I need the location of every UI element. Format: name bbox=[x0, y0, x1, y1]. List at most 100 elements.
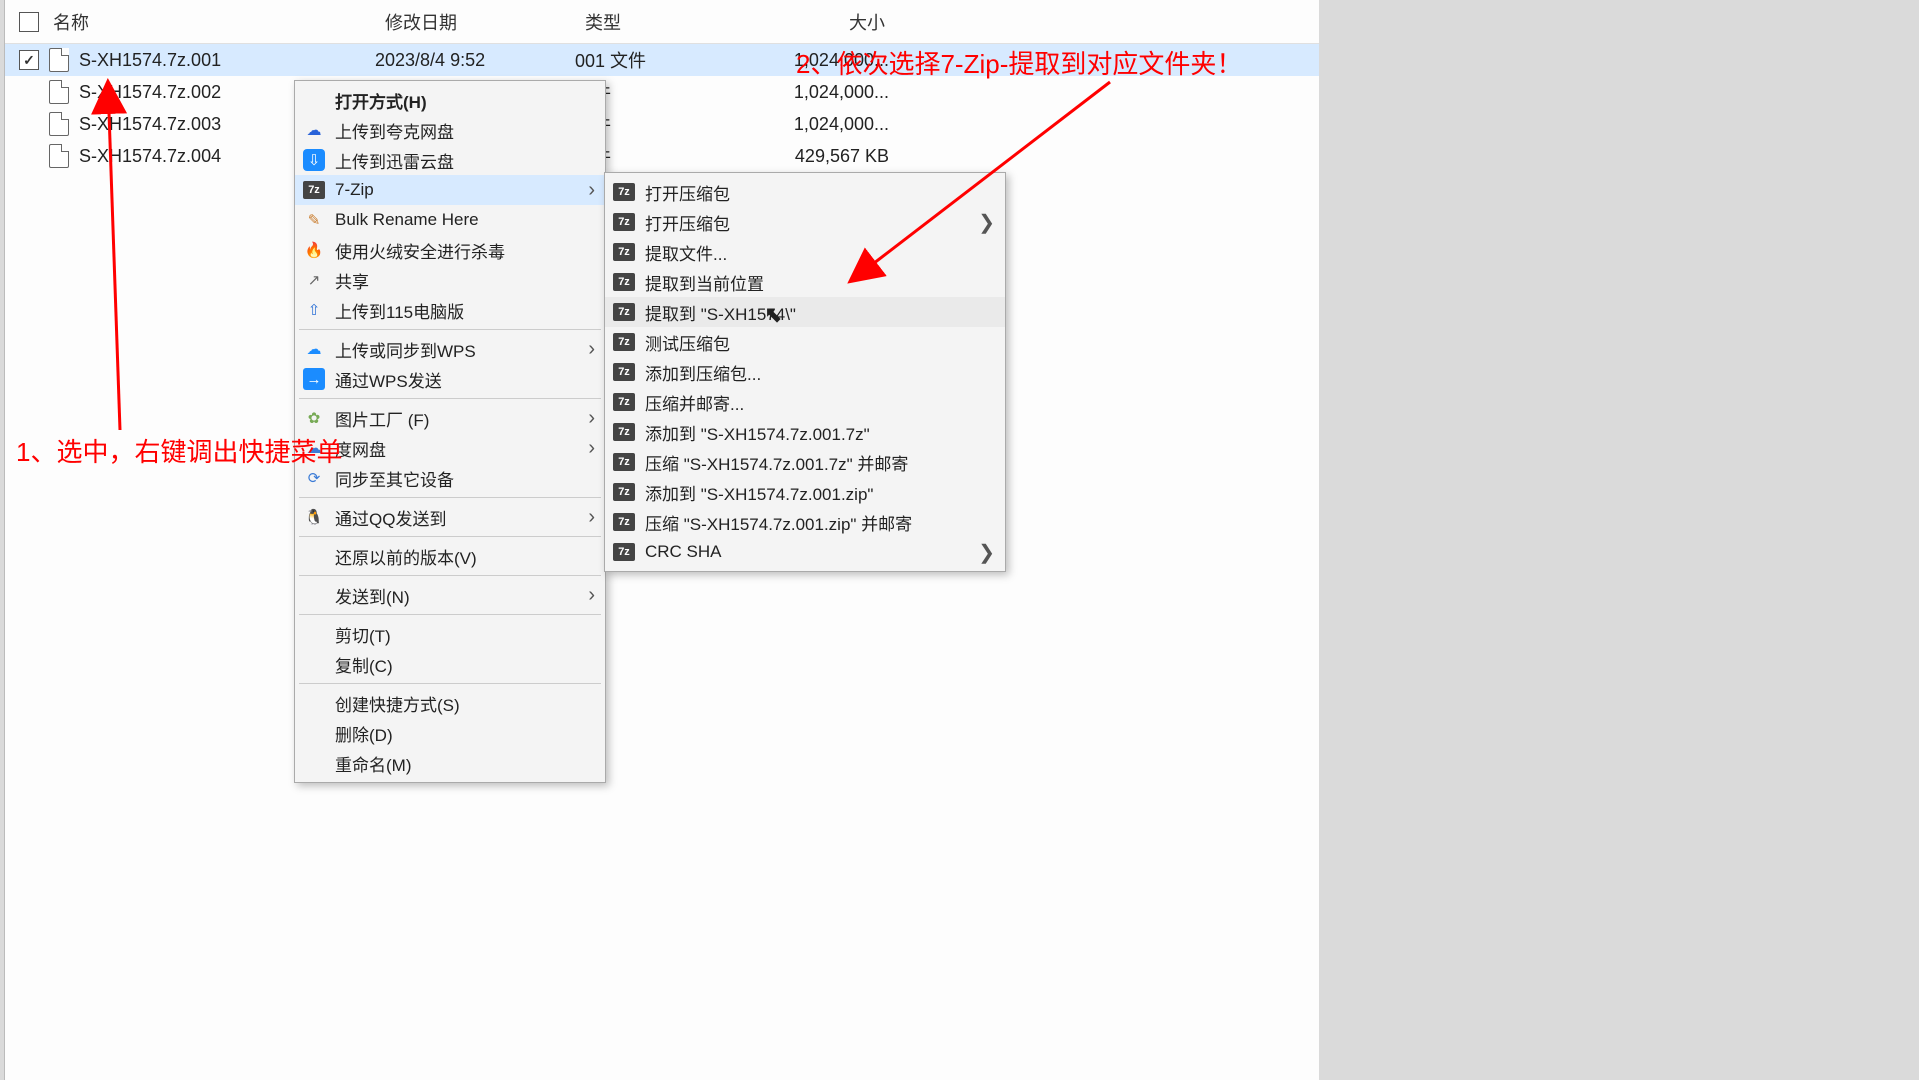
submenu-test-archive[interactable]: 7z 测试压缩包 bbox=[605, 327, 1005, 357]
menu-label: 添加到压缩包... bbox=[645, 360, 761, 385]
chevron-right-icon bbox=[588, 506, 595, 529]
annotation-step2: 2、依次选择7-Zip-提取到对应文件夹！ bbox=[796, 44, 1242, 81]
menu-bulk-rename[interactable]: ✎ Bulk Rename Here bbox=[295, 205, 605, 235]
submenu-open-archive[interactable]: 7z 打开压缩包 bbox=[605, 177, 1005, 207]
menu-label: 添加到 "S-XH1574.7z.001.zip" bbox=[645, 480, 873, 505]
annotation-step1: 1、选中，右键调出快捷菜单 bbox=[16, 432, 342, 469]
submenu-extract-files[interactable]: 7z 提取文件... bbox=[605, 237, 1005, 267]
menu-label: 提取到当前位置 bbox=[645, 270, 764, 295]
row-checkbox[interactable] bbox=[19, 50, 39, 70]
menu-rename[interactable]: 重命名(M) bbox=[295, 748, 605, 778]
file-icon bbox=[49, 112, 69, 136]
file-icon bbox=[49, 80, 69, 104]
menu-open-with[interactable]: 打开方式(H) bbox=[295, 85, 605, 115]
7zip-icon: 7z bbox=[613, 211, 635, 233]
submenu-compress-zip-email[interactable]: 7z 压缩 "S-XH1574.7z.001.zip" 并邮寄 bbox=[605, 507, 1005, 537]
file-name: S-XH1574.7z.002 bbox=[79, 82, 221, 103]
submenu-add-to-archive[interactable]: 7z 添加到压缩包... bbox=[605, 357, 1005, 387]
sync-icon: ⟳ bbox=[303, 467, 325, 489]
menu-separator bbox=[299, 683, 601, 684]
menu-separator bbox=[299, 398, 601, 399]
7zip-icon: 7z bbox=[613, 451, 635, 473]
menu-wps-upload[interactable]: ☁ 上传或同步到WPS bbox=[295, 334, 605, 364]
menu-delete[interactable]: 删除(D) bbox=[295, 718, 605, 748]
submenu-extract-to-folder[interactable]: 7z 提取到 "S-XH1574\" bbox=[605, 297, 1005, 327]
header-size[interactable]: 大小 bbox=[735, 9, 895, 35]
rename-icon: ✎ bbox=[303, 209, 325, 231]
menu-send-to[interactable]: 发送到(N) bbox=[295, 580, 605, 610]
menu-label: 同步至其它设备 bbox=[335, 466, 454, 491]
xunlei-icon: ⇩ bbox=[303, 149, 325, 171]
menu-label: 提取文件... bbox=[645, 240, 727, 265]
menu-copy[interactable]: 复制(C) bbox=[295, 649, 605, 679]
chevron-right-icon bbox=[588, 179, 595, 202]
submenu-compress-7z-email[interactable]: 7z 压缩 "S-XH1574.7z.001.7z" 并邮寄 bbox=[605, 447, 1005, 477]
menu-cut[interactable]: 剪切(T) bbox=[295, 619, 605, 649]
menu-separator bbox=[299, 497, 601, 498]
menu-quark-upload[interactable]: ☁ 上传到夸克网盘 bbox=[295, 115, 605, 145]
menu-label: 打开压缩包 bbox=[645, 210, 730, 235]
menu-label: 添加到 "S-XH1574.7z.001.7z" bbox=[645, 420, 870, 445]
menu-label: 使用火绒安全进行杀毒 bbox=[335, 238, 505, 263]
menu-label: 压缩并邮寄... bbox=[645, 390, 744, 415]
7zip-icon: 7z bbox=[303, 179, 325, 201]
menu-wps-send[interactable]: → 通过WPS发送 bbox=[295, 364, 605, 394]
wps-cloud-icon: ☁ bbox=[303, 338, 325, 360]
menu-label: 打开方式(H) bbox=[335, 88, 427, 113]
table-row[interactable]: S-XH1574.7z.004 文件 429,567 KB bbox=[5, 140, 1319, 172]
upload-icon: ⇧ bbox=[303, 299, 325, 321]
menu-separator bbox=[299, 329, 601, 330]
submenu-extract-here[interactable]: 7z 提取到当前位置 bbox=[605, 267, 1005, 297]
menu-share[interactable]: ↗ 共享 bbox=[295, 265, 605, 295]
menu-label: 剪切(T) bbox=[335, 622, 391, 647]
chevron-right-icon bbox=[588, 437, 595, 460]
file-icon bbox=[49, 144, 69, 168]
menu-label: 上传到夸克网盘 bbox=[335, 118, 454, 143]
menu-label: 重命名(M) bbox=[335, 751, 411, 776]
file-icon bbox=[49, 48, 69, 72]
menu-7zip[interactable]: 7z 7-Zip bbox=[295, 175, 605, 205]
7zip-icon: 7z bbox=[613, 391, 635, 413]
menu-label: 度网盘 bbox=[335, 436, 386, 461]
cloud-icon: ☁ bbox=[303, 119, 325, 141]
menu-create-shortcut[interactable]: 创建快捷方式(S) bbox=[295, 688, 605, 718]
table-row[interactable]: S-XH1574.7z.003 文件 1,024,000... bbox=[5, 108, 1319, 140]
chevron-right-icon bbox=[588, 338, 595, 361]
menu-upload-115[interactable]: ⇧ 上传到115电脑版 bbox=[295, 295, 605, 325]
submenu-add-to-zip[interactable]: 7z 添加到 "S-XH1574.7z.001.zip" bbox=[605, 477, 1005, 507]
menu-label: 压缩 "S-XH1574.7z.001.zip" 并邮寄 bbox=[645, 510, 912, 535]
chevron-right-icon bbox=[978, 210, 995, 235]
menu-label: 共享 bbox=[335, 268, 369, 293]
header-type[interactable]: 类型 bbox=[575, 9, 735, 35]
file-name: S-XH1574.7z.001 bbox=[79, 50, 221, 71]
submenu-crc-sha[interactable]: 7z CRC SHA bbox=[605, 537, 1005, 567]
submenu-compress-email[interactable]: 7z 压缩并邮寄... bbox=[605, 387, 1005, 417]
header-date[interactable]: 修改日期 bbox=[375, 9, 575, 35]
qq-icon: 🐧 bbox=[303, 506, 325, 528]
submenu-add-to-7z[interactable]: 7z 添加到 "S-XH1574.7z.001.7z" bbox=[605, 417, 1005, 447]
header-name-label: 名称 bbox=[53, 9, 89, 35]
menu-label: 上传到115电脑版 bbox=[335, 298, 464, 323]
menu-label: 压缩 "S-XH1574.7z.001.7z" 并邮寄 bbox=[645, 450, 908, 475]
menu-label: 打开压缩包 bbox=[645, 180, 730, 205]
header-name[interactable]: 名称 bbox=[5, 9, 375, 35]
7zip-icon: 7z bbox=[613, 181, 635, 203]
share-icon: ↗ bbox=[303, 269, 325, 291]
file-date: 2023/8/4 9:52 bbox=[375, 50, 575, 71]
menu-restore-version[interactable]: 还原以前的版本(V) bbox=[295, 541, 605, 571]
gear-icon: ✿ bbox=[303, 407, 325, 429]
menu-label: Bulk Rename Here bbox=[335, 210, 479, 230]
menu-xunlei-upload[interactable]: ⇩ 上传到迅雷云盘 bbox=[295, 145, 605, 175]
select-all-checkbox[interactable] bbox=[19, 12, 39, 32]
chevron-right-icon bbox=[588, 407, 595, 430]
flame-icon: 🔥 bbox=[303, 239, 325, 261]
submenu-open-archive-2[interactable]: 7z 打开压缩包 bbox=[605, 207, 1005, 237]
menu-pic-factory[interactable]: ✿ 图片工厂 (F) bbox=[295, 403, 605, 433]
menu-qq-send[interactable]: 🐧 通过QQ发送到 bbox=[295, 502, 605, 532]
7zip-icon: 7z bbox=[613, 421, 635, 443]
file-name: S-XH1574.7z.004 bbox=[79, 146, 221, 167]
menu-label: 上传到迅雷云盘 bbox=[335, 148, 454, 173]
7zip-icon: 7z bbox=[613, 301, 635, 323]
menu-huorong-scan[interactable]: 🔥 使用火绒安全进行杀毒 bbox=[295, 235, 605, 265]
menu-label: CRC SHA bbox=[645, 542, 722, 562]
